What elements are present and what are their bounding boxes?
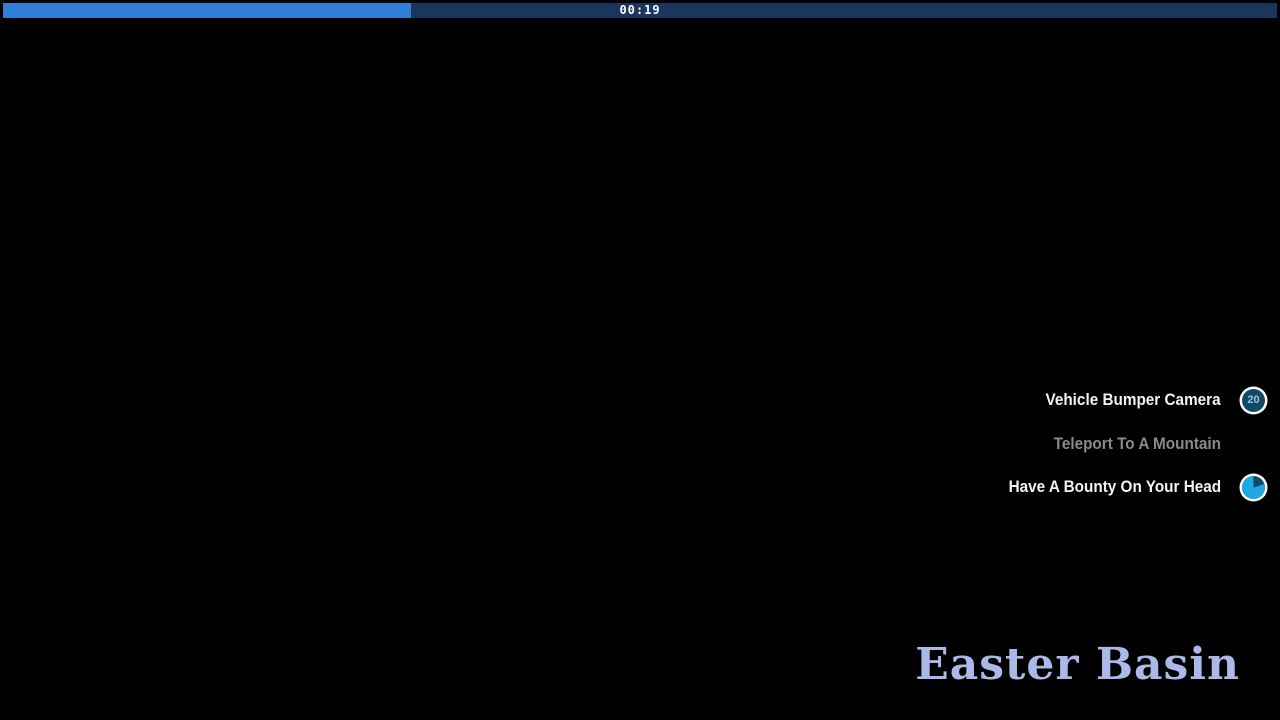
effect-item: Have A Bounty On Your Head — [985, 470, 1269, 504]
effect-label: Vehicle Bumper Camera — [1045, 390, 1221, 409]
countdown-circle-icon: 20 — [1238, 385, 1269, 416]
effect-item: Teleport To A Mountain — [1035, 427, 1269, 461]
game-screen: 00:19 Vehicle Bumper Camera 20 Teleport … — [0, 0, 1280, 720]
timer-pie-graphic — [1239, 473, 1268, 501]
effect-timer-bar: 00:19 — [3, 3, 1277, 18]
effect-item: Vehicle Bumper Camera 20 — [1026, 383, 1269, 417]
effect-timer-text: 00:19 — [619, 3, 661, 17]
effect-label: Teleport To A Mountain — [1053, 433, 1221, 453]
area-name-title: Easter Basin — [915, 639, 1240, 690]
effect-label: Have A Bounty On Your Head — [1008, 477, 1221, 496]
timer-pie-icon — [1238, 472, 1269, 503]
countdown-number: 20 — [1247, 393, 1260, 406]
active-effects-list: Vehicle Bumper Camera 20 Teleport To A M… — [985, 383, 1269, 514]
